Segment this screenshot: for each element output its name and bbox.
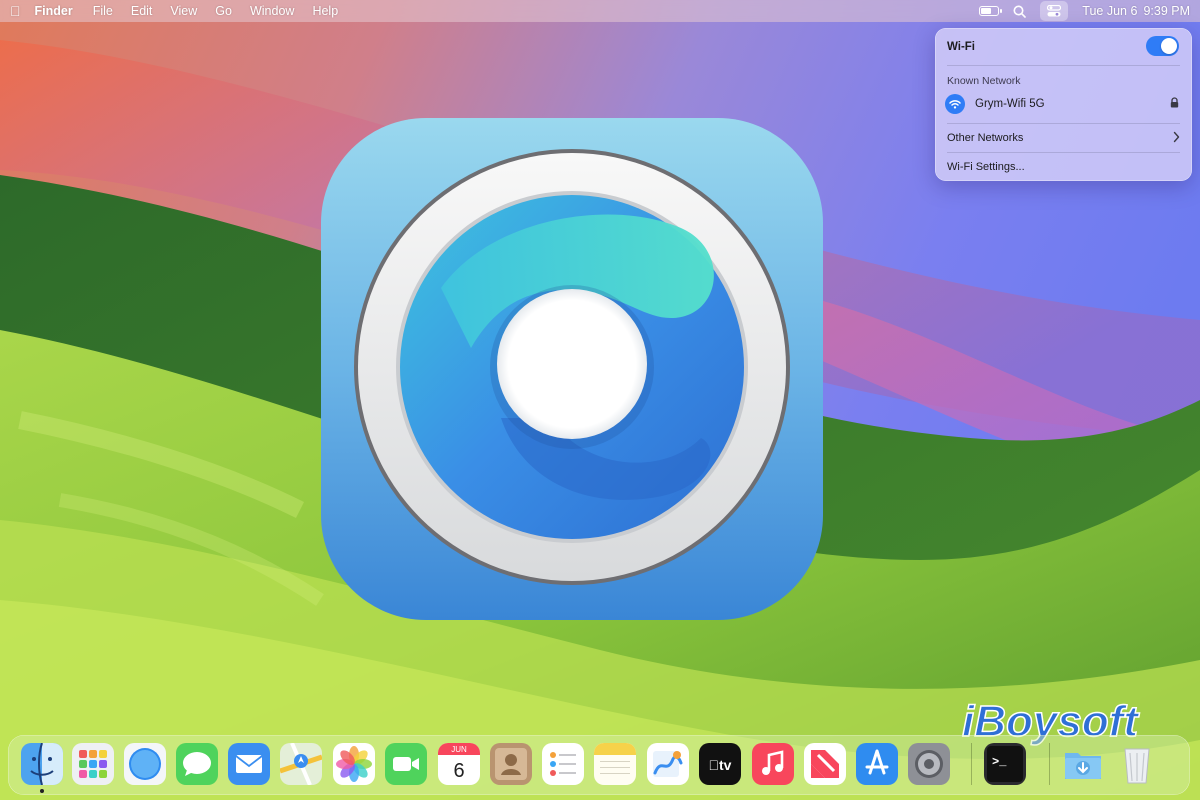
contacts-icon[interactable] <box>490 743 532 785</box>
apple-tv-icon[interactable]: tv <box>699 743 741 785</box>
divider <box>947 65 1180 66</box>
dock-separator <box>971 743 972 785</box>
app-icon <box>321 118 823 620</box>
battery-icon[interactable] <box>979 6 1003 16</box>
svg-text:tv: tv <box>709 757 732 773</box>
messages-icon[interactable] <box>176 743 218 785</box>
wifi-icon <box>945 94 965 114</box>
safari-icon[interactable] <box>124 743 166 785</box>
other-networks-row[interactable]: Other Networks <box>947 131 1180 144</box>
menu-edit[interactable]: Edit <box>131 4 153 18</box>
running-indicator <box>40 789 44 793</box>
divider <box>947 152 1180 153</box>
svg-text:>_: >_ <box>992 755 1007 769</box>
maps-icon[interactable] <box>280 743 322 785</box>
menubar-date[interactable]: Tue Jun 6 <box>1082 4 1137 18</box>
search-icon[interactable] <box>1013 5 1027 18</box>
trash-icon[interactable] <box>1116 743 1158 785</box>
mail-icon[interactable] <box>228 743 270 785</box>
wifi-settings-button[interactable]: Wi-Fi Settings... <box>947 161 1180 173</box>
menubar-time[interactable]: 9:39 PM <box>1143 4 1190 18</box>
music-icon[interactable] <box>752 743 794 785</box>
wifi-panel-title: Wi-Fi <box>947 41 975 53</box>
menu-go[interactable]: Go <box>215 4 232 18</box>
reminders-icon[interactable] <box>542 743 584 785</box>
finder-icon[interactable] <box>21 743 63 785</box>
freeform-icon[interactable] <box>647 743 689 785</box>
menu-file[interactable]: File <box>93 4 113 18</box>
known-network-label: Known Network <box>947 75 1021 87</box>
app-store-icon[interactable] <box>856 743 898 785</box>
lock-icon <box>1170 97 1179 108</box>
menu-app-name[interactable]: Finder <box>35 4 73 18</box>
facetime-icon[interactable] <box>385 743 427 785</box>
menu-help[interactable]: Help <box>312 4 338 18</box>
divider <box>947 123 1180 124</box>
known-network-name: Grym-Wifi 5G <box>975 98 1045 110</box>
chevron-right-icon <box>1173 131 1180 143</box>
control-center-icon <box>1047 5 1062 17</box>
wifi-panel: Wi-Fi Known Network Grym-Wifi 5G Other N… <box>935 28 1192 181</box>
photos-icon[interactable] <box>333 743 375 785</box>
downloads-folder-icon[interactable] <box>1062 743 1104 785</box>
dock-separator <box>1049 743 1050 785</box>
system-settings-icon[interactable] <box>908 743 950 785</box>
other-networks-label: Other Networks <box>947 132 1024 144</box>
apple-menu-icon[interactable]:  <box>10 3 21 19</box>
calendar-icon[interactable]: JUN 6 <box>438 743 480 785</box>
menu-view[interactable]: View <box>170 4 197 18</box>
calendar-day: 6 <box>453 760 464 782</box>
toggle-knob <box>1161 38 1177 54</box>
notes-icon[interactable] <box>594 743 636 785</box>
calendar-month: JUN <box>451 745 467 754</box>
control-center-button[interactable] <box>1040 1 1069 21</box>
dock: JUN 6 tv >_ <box>8 735 1190 795</box>
wifi-toggle[interactable] <box>1146 36 1179 56</box>
launchpad-icon[interactable] <box>72 743 114 785</box>
menu-window[interactable]: Window <box>250 4 294 18</box>
menu-bar:  Finder File Edit View Go Window Help T… <box>0 0 1200 22</box>
news-icon[interactable] <box>804 743 846 785</box>
known-network-row[interactable]: Grym-Wifi 5G <box>945 93 1181 115</box>
terminal-icon[interactable]: >_ <box>984 743 1026 785</box>
